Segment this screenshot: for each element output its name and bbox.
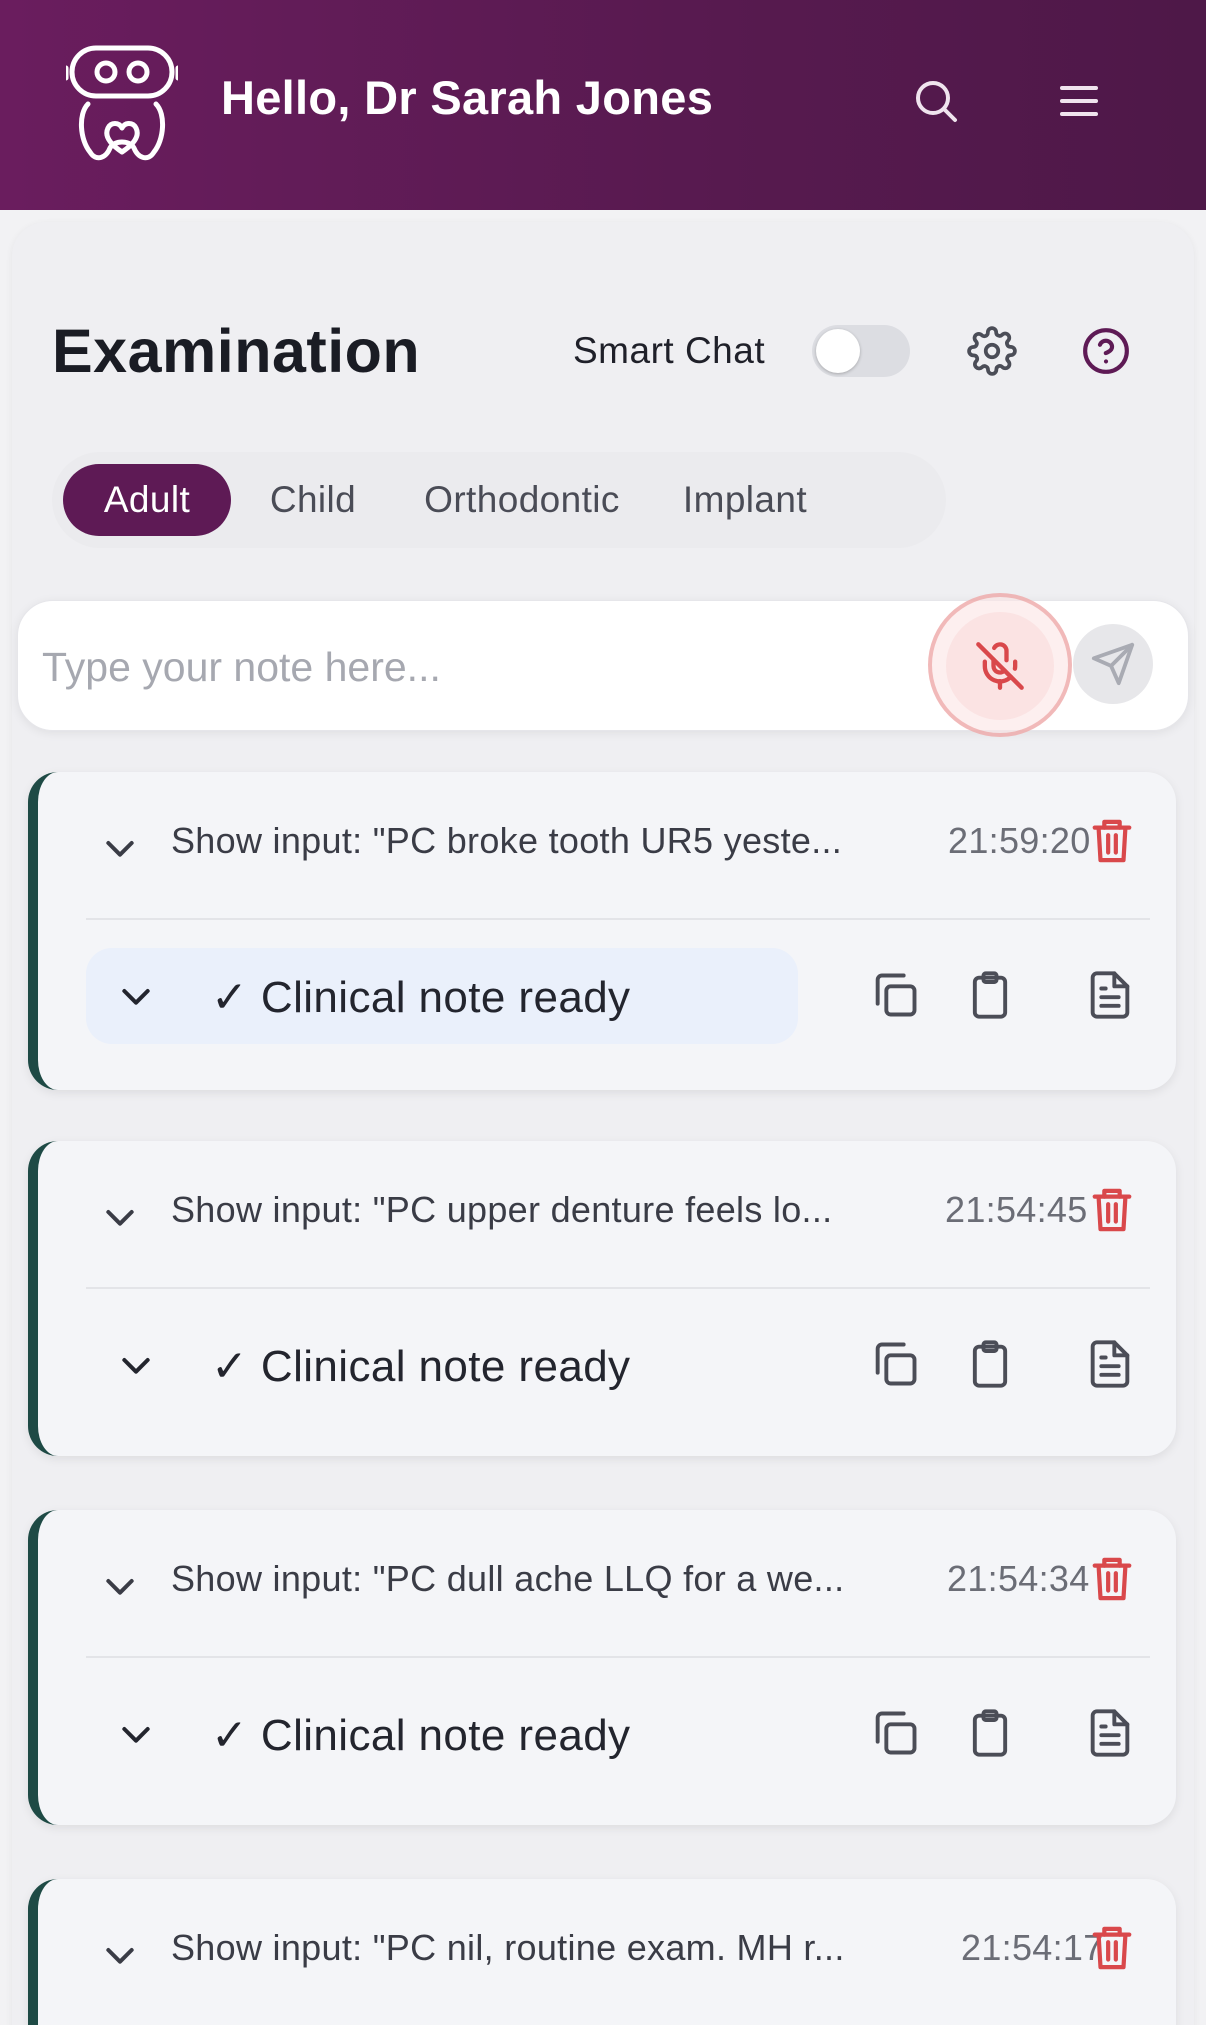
clinical-note-status: ✓ Clinical note ready: [211, 1711, 631, 1760]
chevron-down-icon[interactable]: [100, 828, 140, 868]
document-icon[interactable]: [1084, 1337, 1136, 1391]
clinical-note-status: ✓ Clinical note ready: [211, 1342, 631, 1391]
chevron-down-icon[interactable]: [100, 1566, 140, 1606]
clinical-note-toggle[interactable]: ✓ Clinical note ready: [86, 1317, 798, 1413]
card-divider: [86, 1287, 1150, 1289]
page-title: Examination: [52, 317, 421, 385]
note-card-header: Show input: "PC broke tooth UR5 yeste...…: [38, 772, 1176, 920]
note-timestamp: 21:54:45: [945, 1189, 1088, 1230]
app-header: Hello, Dr Sarah Jones: [0, 0, 1206, 210]
copy-icon[interactable]: [869, 1706, 921, 1760]
show-input-toggle[interactable]: Show input: "PC nil, routine exam. MH r.…: [171, 1927, 921, 1969]
toggle-knob: [816, 329, 860, 373]
trash-icon[interactable]: [1089, 816, 1135, 866]
robot-tooth-logo-icon: [66, 45, 178, 161]
trash-icon[interactable]: [1089, 1923, 1135, 1973]
note-card-header: Show input: "PC dull ache LLQ for a we..…: [38, 1510, 1176, 1658]
send-button[interactable]: [1073, 624, 1153, 704]
chevron-down-icon: [122, 989, 150, 1005]
smart-chat-label: Smart Chat: [573, 330, 766, 371]
tab-child[interactable]: Child: [242, 464, 384, 536]
greeting-text: Hello, Dr Sarah Jones: [221, 71, 714, 124]
card-divider: [86, 1656, 1150, 1658]
chevron-down-icon[interactable]: [100, 1197, 140, 1237]
note-card-header: Show input: "PC upper denture feels lo..…: [38, 1141, 1176, 1289]
mic-off-icon: [976, 642, 1024, 690]
clipboard-icon[interactable]: [964, 968, 1016, 1022]
document-icon[interactable]: [1084, 1706, 1136, 1760]
show-input-toggle[interactable]: Show input: "PC upper denture feels lo..…: [171, 1189, 921, 1231]
show-input-toggle[interactable]: Show input: "PC dull ache LLQ for a we..…: [171, 1558, 921, 1600]
tab-orthodontic[interactable]: Orthodontic: [404, 464, 640, 536]
note-timestamp: 21:59:20: [948, 820, 1091, 861]
tab-adult[interactable]: Adult: [63, 464, 231, 536]
help-icon[interactable]: [1081, 326, 1131, 376]
document-icon[interactable]: [1084, 968, 1136, 1022]
exam-type-tabs: Adult Child Orthodontic Implant: [52, 452, 946, 548]
note-card: Show input: "PC nil, routine exam. MH r.…: [28, 1879, 1176, 2025]
mic-button[interactable]: [946, 612, 1054, 720]
send-icon: [1091, 642, 1135, 686]
hamburger-menu-icon[interactable]: [1054, 76, 1104, 126]
gear-icon[interactable]: [967, 326, 1017, 376]
note-timestamp: 21:54:17: [961, 1927, 1104, 1968]
copy-icon[interactable]: [869, 968, 921, 1022]
show-input-toggle[interactable]: Show input: "PC broke tooth UR5 yeste...: [171, 820, 921, 862]
note-timestamp: 21:54:34: [947, 1558, 1090, 1599]
trash-icon[interactable]: [1089, 1185, 1135, 1235]
clipboard-icon[interactable]: [964, 1706, 1016, 1760]
chevron-down-icon: [122, 1358, 150, 1374]
trash-icon[interactable]: [1089, 1554, 1135, 1604]
chevron-down-icon[interactable]: [100, 1935, 140, 1975]
card-divider: [86, 918, 1150, 920]
tab-implant[interactable]: Implant: [660, 464, 830, 536]
search-icon[interactable]: [911, 76, 961, 126]
clinical-note-toggle[interactable]: ✓ Clinical note ready: [86, 1686, 798, 1782]
clinical-note-status: ✓ Clinical note ready: [211, 973, 631, 1022]
note-card: Show input: "PC dull ache LLQ for a we..…: [28, 1510, 1176, 1825]
note-card: Show input: "PC broke tooth UR5 yeste...…: [28, 772, 1176, 1090]
clinical-note-toggle[interactable]: ✓ Clinical note ready: [86, 948, 798, 1044]
note-input[interactable]: [42, 629, 922, 705]
clipboard-icon[interactable]: [964, 1337, 1016, 1391]
note-card: Show input: "PC upper denture feels lo..…: [28, 1141, 1176, 1456]
chevron-down-icon: [122, 1727, 150, 1743]
copy-icon[interactable]: [869, 1337, 921, 1391]
smart-chat-toggle[interactable]: [812, 325, 910, 377]
note-card-header: Show input: "PC nil, routine exam. MH r.…: [38, 1879, 1176, 2025]
